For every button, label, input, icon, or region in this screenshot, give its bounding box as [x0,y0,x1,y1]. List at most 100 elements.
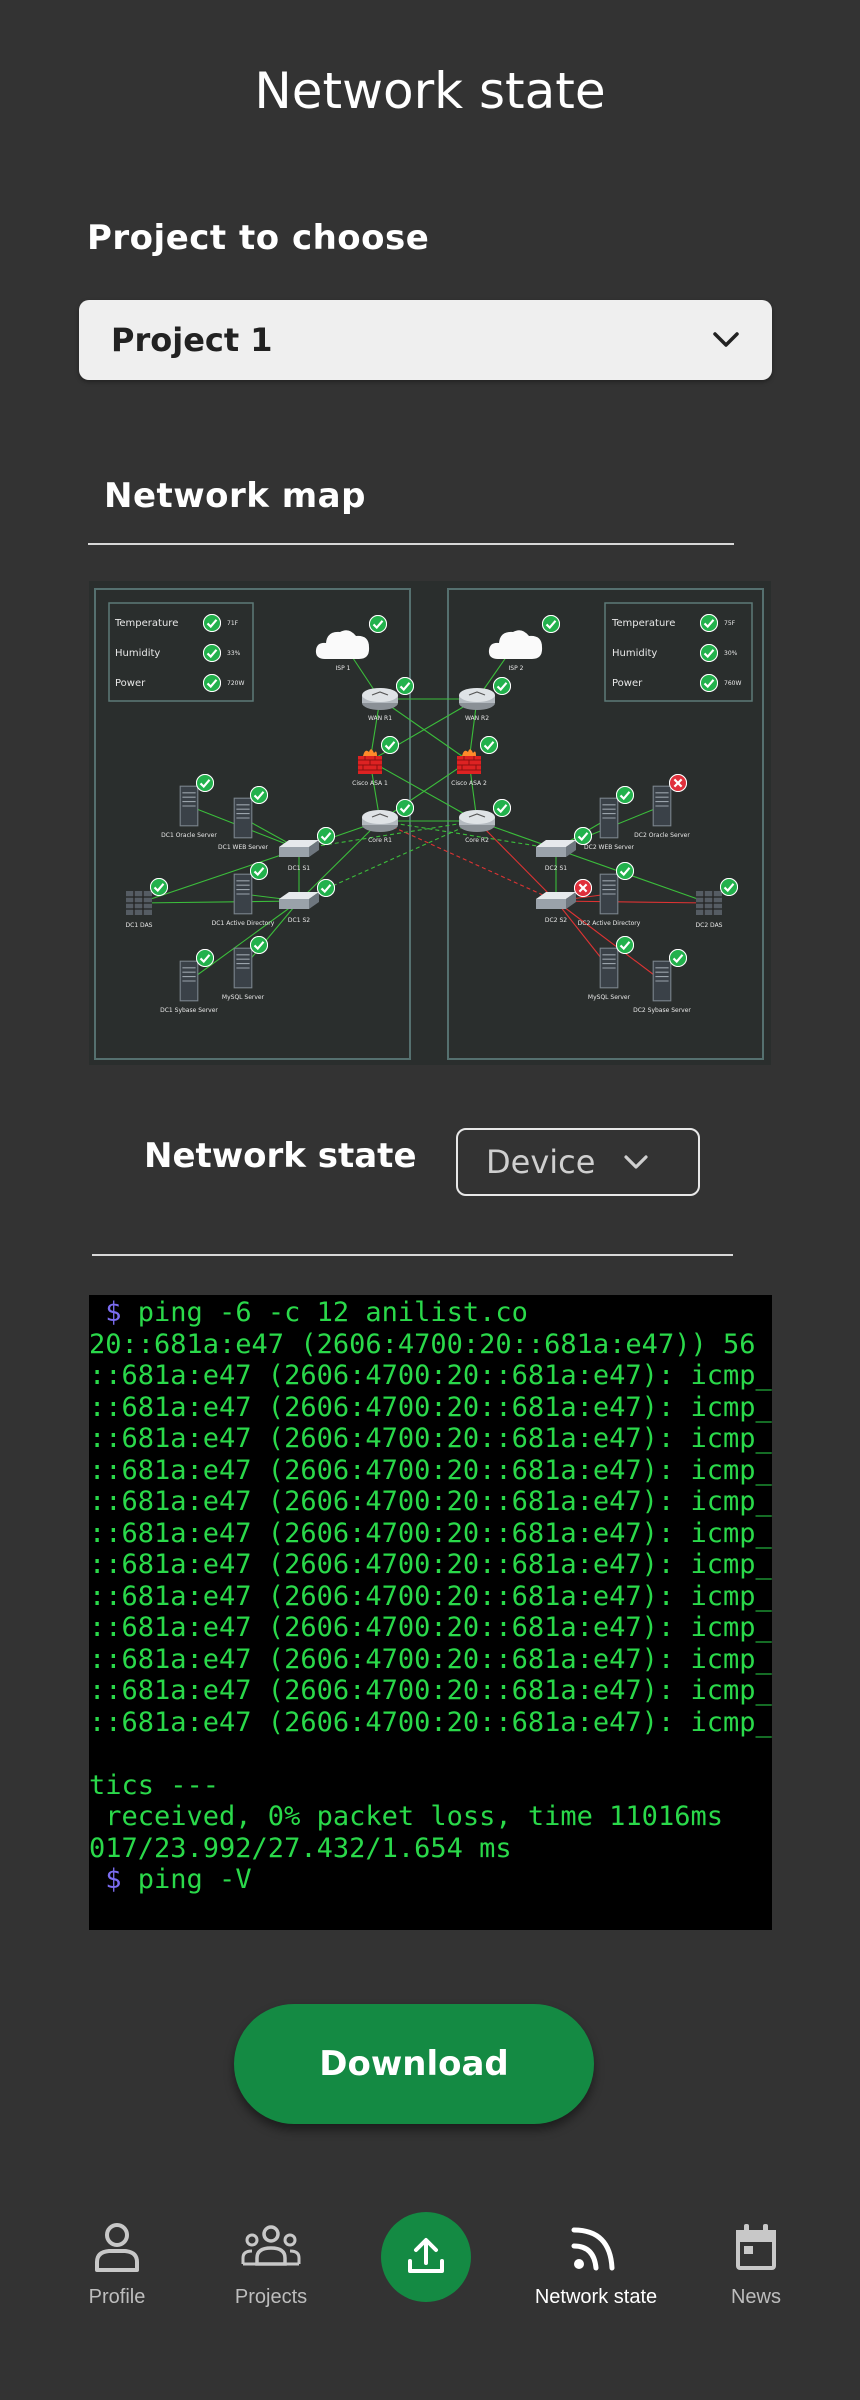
ok-status-icon [369,615,387,633]
project-select[interactable]: Project 1 [79,300,772,380]
network-link [298,820,381,902]
ok-status-icon [396,799,414,817]
terminal-line: ::681a:e47 (2606:4700:20::681a:e47): icm… [89,1392,772,1424]
device-select-value: Device [486,1143,596,1181]
terminal-text: ::681a:e47 (2606:4700:20::681a:e47): icm… [89,1423,772,1454]
terminal-text: ping -6 -c 12 anilist.co [137,1297,528,1328]
terminal-text: 017/23.992/27.432/1.654 ms [89,1832,512,1864]
download-button[interactable]: Download [234,2004,594,2124]
ok-status-icon [669,949,687,967]
ok-status-icon [493,799,511,817]
ok-status-icon [203,614,221,632]
isp2-node [488,630,543,659]
node-label: Core R2 [465,837,489,844]
terminal-line: ::681a:e47 (2606:4700:20::681a:e47): icm… [89,1423,772,1455]
prompt-symbol: $ [89,1864,138,1895]
env-label: Humidity [612,648,657,659]
nav-item-network-state[interactable]: Network state [531,2220,661,2309]
wan-r2-node [458,687,496,711]
terminal-line: ::681a:e47 (2606:4700:20::681a:e47): icm… [89,1675,772,1707]
terminal-line: received, 0% packet loss, time 11016ms [89,1801,772,1833]
divider [88,543,734,545]
terminal-line: ::681a:e47 (2606:4700:20::681a:e47): icm… [89,1612,772,1644]
terminal-line: 017/23.992/27.432/1.654 ms [89,1833,772,1865]
terminal-text: ::681a:e47 (2606:4700:20::681a:e47): icm… [89,1643,772,1675]
network-link [555,900,710,904]
env-value: 720W [227,680,244,687]
node-label: DC2 Active Directory [578,920,641,927]
core-r1-node [361,809,399,833]
terminal-text: ::681a:e47 (2606:4700:20::681a:e47): icm… [89,1486,772,1517]
node-label: DC1 S1 [288,865,310,872]
network-map: ISP 1 ISP 2 WAN R1 WAN R2 Cisco ASA 1 Cisco A… [89,581,771,1065]
terminal-text: ::681a:e47 (2606:4700:20::681a:e47): icm… [89,1580,772,1612]
ok-status-icon [480,736,498,754]
nav-label: Projects [234,2286,308,2308]
terminal-line: ::681a:e47 (2606:4700:20::681a:e47): icm… [89,1707,772,1739]
project-label: Project to choose [87,218,430,258]
dc1-oracle-node [179,785,199,827]
ok-status-icon [381,736,399,754]
mysql1-node [233,947,253,989]
ok-status-icon [250,936,268,954]
terminal-text: 20::681a:e47 (2606:4700:20::681a:e47)) 5… [89,1328,772,1360]
terminal-text: ::681a:e47 (2606:4700:20::681a:e47): icm… [89,1549,772,1580]
isp1-node [315,630,370,659]
terminal-line: tics --- [89,1770,772,1802]
ok-status-icon [700,614,718,632]
ok-status-icon [574,827,592,845]
node-label: MySQL Server [222,994,265,1001]
env-label: Temperature [114,618,178,629]
dc1-s1-node [279,840,319,857]
node-label: DC1 Oracle Server [161,832,217,839]
network-map-title: Network map [104,476,366,516]
group-icon [241,2225,301,2266]
ok-status-icon [150,878,168,896]
person-icon [95,2223,139,2272]
network-map-diagram: ISP 1 ISP 2 WAN R1 WAN R2 Cisco ASA 1 Cisco A… [94,588,764,1060]
page-title: Network state [254,62,606,120]
terminal-text: ::681a:e47 (2606:4700:20::681a:e47): icm… [89,1612,772,1643]
ok-status-icon [542,615,560,633]
nav-item-profile[interactable]: Profile [78,2220,156,2309]
node-label: Cisco ASA 1 [352,780,388,787]
nav-item-news[interactable]: News [724,2220,788,2309]
nav-label: Network state [534,2286,658,2308]
node-label: DC2 WEB Server [584,844,634,851]
terminal-line: 20::681a:e47 (2606:4700:20::681a:e47)) 5… [89,1329,772,1361]
network-state-label: Network state [144,1136,417,1176]
terminal-line: ::681a:e47 (2606:4700:20::681a:e47): icm… [89,1455,772,1487]
env-value: 30% [724,650,738,657]
asa2-node [456,748,482,775]
node-label: MySQL Server [588,994,631,1001]
env-value: 760W [724,680,741,687]
node-label: ISP 1 [336,665,351,672]
ok-status-icon [196,774,214,792]
dc2-ad-node [599,873,619,915]
node-label: DC2 DAS [696,922,723,929]
terminal-text: tics --- [89,1769,220,1801]
terminal-text: ::681a:e47 (2606:4700:20::681a:e47): icm… [89,1706,772,1738]
node-label: DC1 S2 [288,917,310,924]
ok-status-icon [203,674,221,692]
network-link [138,900,300,904]
node-label: DC2 S2 [545,917,567,924]
mysql2-node [599,947,619,989]
dc2-web-node [599,797,619,839]
device-select[interactable]: Device [456,1128,700,1196]
terminal-line: $ ping -V [89,1864,772,1896]
ok-status-icon [250,862,268,880]
terminal-text: received, 0% packet loss, time 11016ms [89,1801,723,1832]
project-select-value: Project 1 [111,321,273,359]
ok-status-icon [317,827,335,845]
asa1-node [357,748,383,775]
chevron-down-icon [624,1155,649,1169]
nav-item-projects[interactable]: Projects [229,2220,313,2309]
upload-button[interactable] [381,2212,471,2302]
error-status-icon [574,879,592,897]
core-r2-node [458,809,496,833]
wan-r1-node [361,687,399,711]
network-link [476,820,557,902]
terminal-line: ::681a:e47 (2606:4700:20::681a:e47): icm… [89,1644,772,1676]
